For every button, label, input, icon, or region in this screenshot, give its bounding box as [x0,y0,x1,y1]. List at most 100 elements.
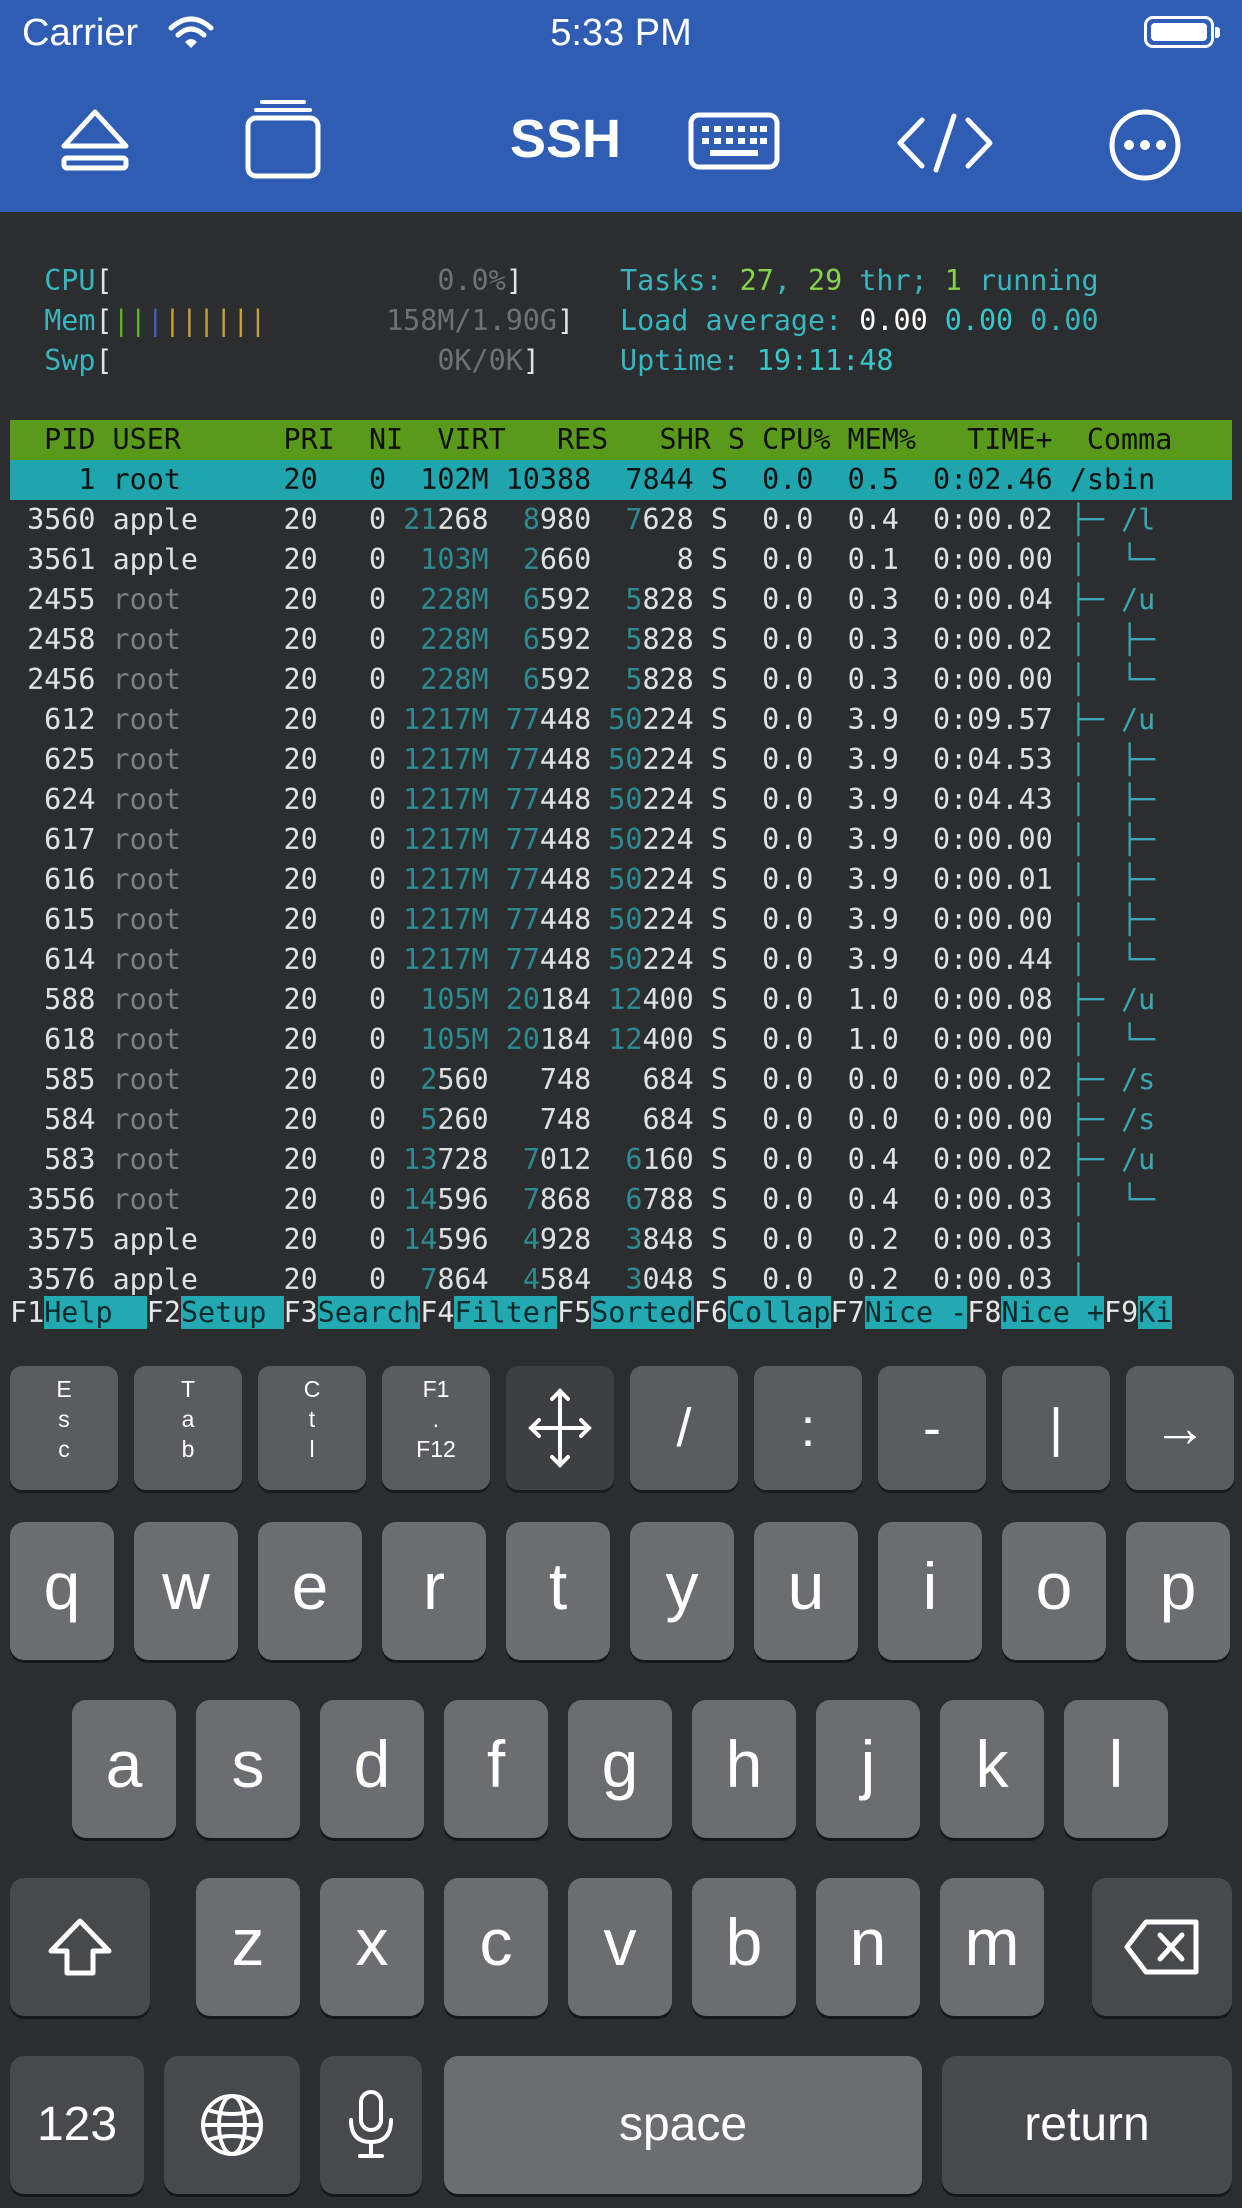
function-label-f3[interactable]: Search [317,1296,421,1329]
process-row[interactable]: 625 root 20 0 1217M 77448 50224 S 0.0 3.… [10,740,1155,780]
process-row[interactable]: 616 root 20 0 1217M 77448 50224 S 0.0 3.… [10,860,1155,900]
function-label-f9[interactable]: Ki [1138,1296,1173,1329]
process-row[interactable]: 583 root 20 0 13728 7012 6160 S 0.0 0.4 … [10,1140,1155,1180]
ctl-key[interactable]: C t l [258,1366,366,1490]
key-p[interactable]: p [1126,1522,1230,1660]
key-e[interactable]: e [258,1522,362,1660]
process-row[interactable]: 585 root 20 0 2560 748 684 S 0.0 0.0 0:0… [10,1060,1155,1100]
function-key-f6[interactable]: F6 [694,1296,728,1329]
key-w[interactable]: w [134,1522,238,1660]
function-label-f7[interactable]: Nice - [864,1296,968,1329]
function-key-f7[interactable]: F7 [831,1296,865,1329]
key-n[interactable]: n [816,1878,920,2016]
function-label-f4[interactable]: Filter [454,1296,557,1329]
process-row[interactable]: 2456 root 20 0 228M 6592 5828 S 0.0 0.3 … [10,660,1155,700]
process-row[interactable]: 618 root 20 0 105M 20184 12400 S 0.0 1.0… [10,1020,1155,1060]
terminal-screen[interactable]: CPU[ 0.0%] Mem[||||||||| 158M/1.90G] Swp… [0,212,1242,1342]
eject-icon[interactable] [58,106,132,174]
process-row[interactable]: 617 root 20 0 1217M 77448 50224 S 0.0 3.… [10,820,1155,860]
process-row[interactable]: 615 root 20 0 1217M 77448 50224 S 0.0 3.… [10,900,1155,940]
key-i[interactable]: i [878,1522,982,1660]
more-icon[interactable] [1108,108,1182,182]
key-b[interactable]: b [692,1878,796,2016]
function-key-f9[interactable]: F9 [1104,1296,1138,1329]
process-row[interactable]: 588 root 20 0 105M 20184 12400 S 0.0 1.0… [10,980,1155,1020]
pri-cell: 20 [266,943,318,976]
function-label-f2[interactable]: Setup [180,1296,284,1329]
key-m[interactable]: m [940,1878,1044,2016]
dash-key[interactable]: - [878,1366,986,1490]
process-row[interactable]: 3575 apple 20 0 14596 4928 3848 S 0.0 0.… [10,1220,1087,1260]
shift-icon [48,1918,112,1976]
virt-cell: 5260 [420,1103,489,1136]
function-key-f3[interactable]: F3 [284,1296,318,1329]
key-u[interactable]: u [754,1522,858,1660]
process-row[interactable]: 2455 root 20 0 228M 6592 5828 S 0.0 0.3 … [10,580,1155,620]
code-icon[interactable] [894,112,996,174]
globe-key[interactable] [164,2056,300,2194]
function-key-f5[interactable]: F5 [557,1296,591,1329]
colon-key[interactable]: : [754,1366,862,1490]
shift-key[interactable] [10,1878,150,2016]
arrow-right-key[interactable]: → [1126,1366,1234,1490]
process-row[interactable]: 2458 root 20 0 228M 6592 5828 S 0.0 0.3 … [10,620,1155,660]
function-label-f8[interactable]: Nice + [1001,1296,1104,1329]
key-l[interactable]: l [1064,1700,1168,1838]
key-s[interactable]: s [196,1700,300,1838]
process-table-header[interactable]: PID USER PRI NI VIRT RES SHR S CPU% MEM%… [10,420,1232,460]
pipe-key[interactable]: | [1002,1366,1110,1490]
mem-cell: 0.1 [830,543,899,576]
process-row[interactable]: 584 root 20 0 5260 748 684 S 0.0 0.0 0:0… [10,1100,1155,1140]
key-g[interactable]: g [568,1700,672,1838]
process-row[interactable]: 612 root 20 0 1217M 77448 50224 S 0.0 3.… [10,700,1155,740]
key-o[interactable]: o [1002,1522,1106,1660]
key-j[interactable]: j [816,1700,920,1838]
function-key-bar[interactable]: F1Help F2Setup F3SearchF4FilterF5SortedF… [10,1293,1173,1333]
dictation-key[interactable] [320,2056,422,2194]
process-row[interactable]: 3560 apple 20 0 21268 8980 7628 S 0.0 0.… [10,500,1155,540]
key-t[interactable]: t [506,1522,610,1660]
numbers-key[interactable]: 123 [10,2056,144,2194]
function-label-f5[interactable]: Sorted [591,1296,694,1329]
process-row[interactable]: 3556 root 20 0 14596 7868 6788 S 0.0 0.4… [10,1180,1155,1220]
key-c[interactable]: c [444,1878,548,2016]
key-z[interactable]: z [196,1878,300,2016]
function-key-f4[interactable]: F4 [420,1296,454,1329]
key-y[interactable]: y [630,1522,734,1660]
cpu-cell: 0.0 [745,1183,814,1216]
command-cell: ├─ /u [1069,1143,1156,1176]
space-bar[interactable]: space [444,2056,922,2194]
process-row[interactable]: 614 root 20 0 1217M 77448 50224 S 0.0 3.… [10,940,1155,980]
tab-key[interactable]: T a b [134,1366,242,1490]
pid-cell: 1 [10,463,96,496]
state-cell: S [710,983,728,1016]
fn-keys[interactable]: F1 . F12 [382,1366,490,1490]
function-key-f2[interactable]: F2 [147,1296,181,1329]
key-q[interactable]: q [10,1522,114,1660]
process-row[interactable]: 1 root 20 0 102M 10388 7844 S 0.0 0.5 0:… [10,460,1232,500]
keyboard-icon[interactable] [688,112,780,170]
mem-cell: 3.9 [830,863,899,896]
key-x[interactable]: x [320,1878,424,2016]
return-key[interactable]: return [942,2056,1232,2194]
sessions-icon[interactable] [244,98,322,180]
key-h[interactable]: h [692,1700,796,1838]
esc-key[interactable]: E s c [10,1366,118,1490]
process-row[interactable]: 3561 apple 20 0 103M 2660 8 S 0.0 0.1 0:… [10,540,1155,580]
shr-cell: 50224 [608,703,694,736]
function-key-f1[interactable]: F1 [10,1296,44,1329]
arrows-key[interactable] [506,1366,614,1490]
key-k[interactable]: k [940,1700,1044,1838]
key-r[interactable]: r [382,1522,486,1660]
key-d[interactable]: d [320,1700,424,1838]
key-a[interactable]: a [72,1700,176,1838]
slash-key[interactable]: / [630,1366,738,1490]
delete-key[interactable] [1092,1878,1232,2016]
key-f[interactable]: f [444,1700,548,1838]
function-label-f1[interactable]: Help [44,1296,147,1329]
key-v[interactable]: v [568,1878,672,2016]
shr-cell: 3848 [625,1223,694,1256]
process-row[interactable]: 624 root 20 0 1217M 77448 50224 S 0.0 3.… [10,780,1155,820]
function-key-f8[interactable]: F8 [967,1296,1001,1329]
function-label-f6[interactable]: Collap [727,1296,831,1329]
